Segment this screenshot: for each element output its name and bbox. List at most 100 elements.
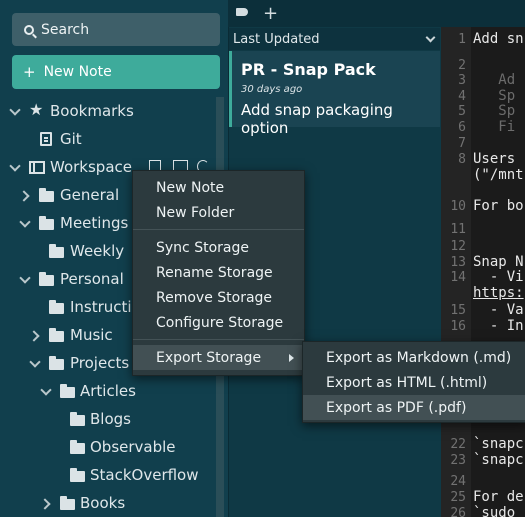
document-icon: [40, 132, 52, 146]
folder-icon: [70, 468, 85, 482]
chevron-right-icon[interactable]: [18, 190, 30, 202]
menu-item-label: Rename Storage: [156, 264, 273, 281]
line-number: 26: [450, 506, 466, 517]
line-number: 22: [450, 437, 466, 452]
chevron-down-icon: [425, 32, 436, 43]
line-number: 1: [458, 32, 466, 47]
line-number: 25: [450, 490, 466, 505]
menu-item-label: New Folder: [156, 204, 235, 221]
search-icon: [24, 24, 34, 35]
menu-item-export-storage[interactable]: Export Storage: [133, 345, 304, 370]
chevron-down-icon[interactable]: [29, 356, 41, 368]
code-line: Sp: [473, 88, 516, 104]
tree-label: Books: [80, 494, 126, 512]
tree-item-observable[interactable]: Observable: [0, 433, 216, 461]
code-line: Fi: [473, 119, 516, 135]
tree-label: Instructio: [70, 298, 141, 316]
chevron-down-icon[interactable]: [19, 272, 31, 284]
note-list-item[interactable]: PR - Snap Pack 30 days ago Add snap pack…: [229, 51, 440, 137]
menu-item-label: Remove Storage: [156, 289, 273, 306]
line-number: 8: [458, 152, 466, 167]
tree-label: Blogs: [90, 410, 131, 428]
star-icon: ★: [29, 100, 44, 119]
code-line: https:: [473, 285, 524, 301]
folder-icon: [70, 440, 85, 454]
menu-item-label: Sync Storage: [156, 239, 249, 256]
chevron-down-icon[interactable]: [9, 160, 21, 172]
code-line: `snapc: [473, 452, 524, 468]
line-number: 12: [450, 239, 466, 254]
new-note-button[interactable]: + New Note: [12, 55, 220, 89]
folder-icon: [39, 216, 54, 230]
menu-separator: [133, 339, 304, 340]
code-editor[interactable]: 1 Add sn 2 3 Ad 4 Sp 5 Sp 6 Fi 7 8 Users ("/mnt 10 F…: [441, 27, 525, 517]
code-line: ("/mnt: [473, 167, 524, 183]
menu-item-new-note[interactable]: New Note: [133, 175, 304, 200]
chevron-right-icon[interactable]: [39, 498, 51, 510]
tree-item-git[interactable]: Git: [0, 125, 216, 153]
menu-item-sync-storage[interactable]: Sync Storage: [133, 235, 304, 260]
line-number: 6: [458, 120, 466, 135]
code-line: - Va: [473, 302, 524, 318]
menu-item-configure-storage[interactable]: Configure Storage: [133, 310, 304, 335]
line-number: 3: [458, 73, 466, 88]
folder-icon: [49, 300, 64, 314]
tree-item-books[interactable]: Books: [0, 489, 216, 517]
line-number: 13: [450, 255, 466, 270]
line-number: 5: [458, 104, 466, 119]
menu-item-export-markdown[interactable]: Export as Markdown (.md): [303, 345, 525, 370]
search-label: Search: [41, 21, 90, 38]
line-number: 15: [450, 303, 466, 318]
folder-icon: [49, 328, 64, 342]
menu-item-export-html[interactable]: Export as HTML (.html): [303, 370, 525, 395]
tree-label: General: [60, 186, 120, 204]
tree-item-stackoverflow[interactable]: StackOverflow: [0, 461, 216, 489]
tag-icon[interactable]: [236, 8, 248, 16]
menu-item-new-folder[interactable]: New Folder: [133, 200, 304, 225]
code-line: Users: [473, 151, 516, 167]
sort-select[interactable]: Last Updated: [229, 28, 440, 50]
tree-label: Projects: [70, 354, 130, 372]
tree-label: Observable: [90, 438, 176, 456]
code-line: For de: [473, 489, 524, 505]
folder-icon: [49, 244, 64, 258]
note-date: 30 days ago: [241, 84, 303, 95]
chevron-down-icon[interactable]: [40, 384, 52, 396]
plus-icon: +: [23, 63, 36, 81]
chevron-down-icon[interactable]: [9, 104, 21, 116]
chevron-right-icon[interactable]: [28, 330, 40, 342]
add-icon[interactable]: +: [263, 3, 278, 24]
note-title: PR - Snap Pack: [241, 60, 376, 79]
search-button[interactable]: Search: [12, 13, 220, 46]
line-number: 24: [450, 474, 466, 489]
line-number: 7: [458, 136, 466, 151]
folder-icon: [70, 412, 85, 426]
line-number: 2: [458, 58, 466, 73]
line-number: 16: [450, 319, 466, 334]
code-line: Ad: [473, 72, 516, 88]
menu-item-label: Configure Storage: [156, 314, 284, 331]
menu-item-export-pdf[interactable]: Export as PDF (.pdf): [303, 395, 525, 420]
folder-icon: [49, 356, 64, 370]
code-line: Snap N: [473, 254, 524, 270]
tree-label: Bookmarks: [50, 102, 134, 120]
storage-icon: [29, 161, 45, 174]
menu-item-label: Export as HTML (.html): [326, 374, 488, 391]
code-line: Sp: [473, 103, 516, 119]
tree-label: Articles: [80, 382, 136, 400]
folder-icon: [60, 496, 75, 510]
tree-label: Workspace: [50, 158, 132, 176]
folder-icon: [39, 188, 54, 202]
code-line: `sudo: [473, 505, 516, 517]
tree-item-bookmarks[interactable]: ★ Bookmarks: [0, 97, 216, 125]
code-line: `snapc: [473, 436, 524, 452]
chevron-down-icon[interactable]: [19, 216, 31, 228]
tree-item-articles[interactable]: Articles: [0, 377, 216, 405]
menu-item-remove-storage[interactable]: Remove Storage: [133, 285, 304, 310]
tree-label: Personal: [60, 270, 124, 288]
tree-label: Meetings: [60, 214, 129, 232]
tree-item-blogs[interactable]: Blogs: [0, 405, 216, 433]
menu-item-rename-storage[interactable]: Rename Storage: [133, 260, 304, 285]
line-number: 23: [450, 453, 466, 468]
code-line: - Vi: [473, 269, 524, 285]
